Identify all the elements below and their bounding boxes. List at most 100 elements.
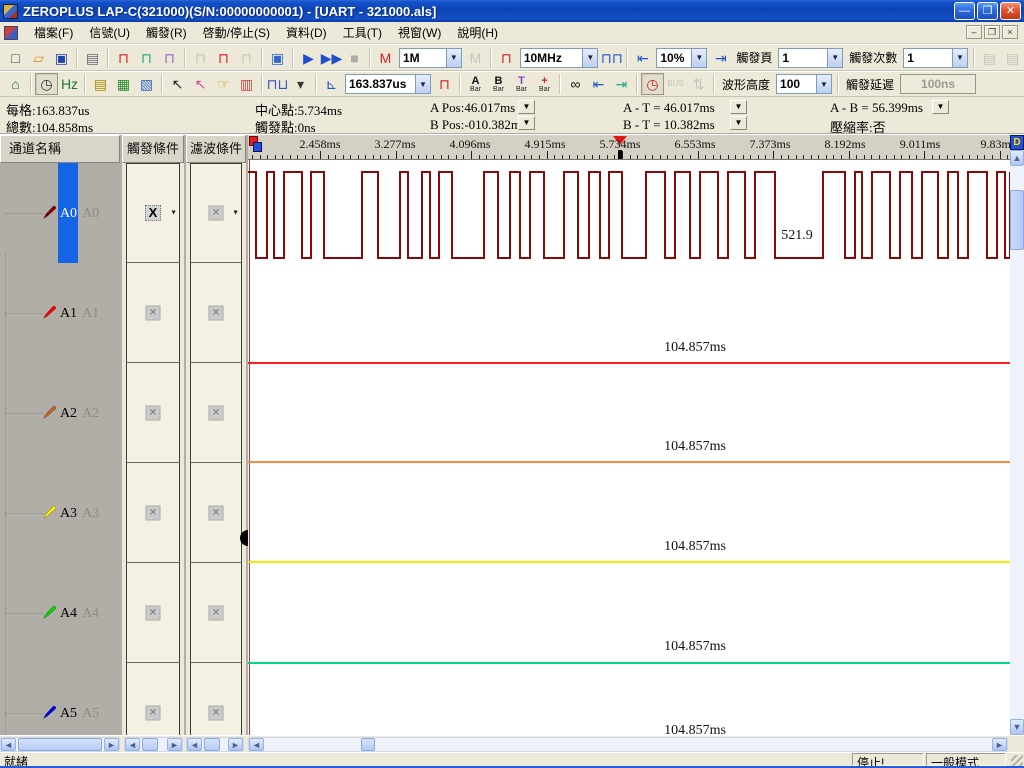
compression-button[interactable]: ▣ — [266, 47, 289, 69]
channel-name-label[interactable]: A5 — [59, 706, 78, 722]
channel-row-a1[interactable]: A1A1 — [0, 263, 120, 363]
trigger-cell-a2[interactable]: ✕ — [126, 363, 180, 463]
trigger-cell-a0[interactable]: X▼ — [126, 163, 180, 263]
b-t-dropdown[interactable]: ▼ — [730, 116, 747, 130]
channel-pen-icon[interactable] — [42, 305, 57, 320]
channel-color-button[interactable]: ⊓ — [135, 47, 158, 69]
filter-dontcare-icon[interactable]: ✕ — [209, 206, 224, 221]
trigger-cell-a1[interactable]: ✕ — [126, 263, 180, 363]
trigger-count-combo[interactable]: 1▼ — [903, 48, 968, 68]
pulse-width-button[interactable]: ▥ — [235, 73, 258, 95]
d-marker-button[interactable]: D — [1010, 135, 1024, 150]
menu-item-1[interactable]: 信號(U) — [81, 21, 138, 44]
filter-dontcare-icon[interactable]: ✕ — [209, 505, 224, 520]
mdi-close-button[interactable]: × — [1002, 25, 1018, 39]
menu-item-4[interactable]: 資料(D) — [278, 21, 335, 44]
wave-height-combo[interactable]: 100▼ — [776, 74, 832, 94]
hscroll-thumb[interactable] — [361, 738, 375, 751]
frequency-view-button[interactable]: Hz — [58, 73, 81, 95]
sync-button[interactable]: ⇅ — [687, 73, 710, 95]
menu-item-3[interactable]: 啓動/停止(S) — [195, 21, 278, 44]
waveform-canvas[interactable]: 521.9104.857ms104.857ms104.857ms104.857m… — [248, 160, 1010, 735]
trigger-property-button[interactable]: ⊓ — [212, 47, 235, 69]
trigger-dontcare-icon[interactable]: ✕ — [146, 405, 161, 420]
clock-view-button[interactable]: ◷ — [35, 73, 58, 95]
filter-cell-a2[interactable]: ✕ — [190, 363, 242, 463]
b-bar-button[interactable]: BBar — [487, 73, 510, 95]
t-bar-button[interactable]: TBar — [510, 73, 533, 95]
scroll-up-button[interactable]: ▲ — [1010, 150, 1024, 166]
bus-property-button[interactable]: ⊓ — [189, 47, 212, 69]
repeat-run-button[interactable]: ▶▶ — [320, 47, 343, 69]
scroll-left-icon[interactable]: ◄ — [1, 738, 16, 751]
b-pos-dropdown[interactable]: ▼ — [518, 116, 535, 130]
a-t-dropdown[interactable]: ▼ — [730, 100, 747, 114]
channel-name-label[interactable]: A3 — [59, 506, 78, 522]
goto-end-button[interactable]: ⇥ — [610, 73, 633, 95]
filter-dontcare-icon[interactable]: ✕ — [209, 405, 224, 420]
filter-cell-a1[interactable]: ✕ — [190, 263, 242, 363]
hscroll-thumb[interactable] — [18, 738, 102, 751]
scroll-right-icon[interactable]: ► — [167, 738, 182, 751]
filter-cell-a5[interactable]: ✕ — [190, 663, 242, 735]
waveform-hscrollbar[interactable]: ◄ ► — [248, 737, 1008, 752]
waveform-window-button[interactable]: ▤ — [89, 73, 112, 95]
b-bar-flag[interactable] — [253, 142, 262, 152]
filter-cell-a3[interactable]: ✕ — [190, 463, 242, 563]
goto-trigger-right-button[interactable]: ⇥ — [709, 47, 732, 69]
minimize-button[interactable]: — — [954, 2, 975, 20]
navigator-window-button[interactable]: ▧ — [135, 73, 158, 95]
channel-pen-icon[interactable] — [42, 405, 57, 420]
print-button[interactable]: ▤ — [81, 47, 104, 69]
trigger-page-combo[interactable]: 1▼ — [778, 48, 843, 68]
channel-name-label[interactable]: A0 — [59, 206, 78, 222]
mdi-restore-button[interactable]: ❐ — [984, 25, 1000, 39]
trigger-cell-a3[interactable]: ✕ — [126, 463, 180, 563]
zoom-combo[interactable]: 10%▼ — [656, 48, 707, 68]
filter-dontcare-icon[interactable]: ✕ — [209, 605, 224, 620]
channel-row-a2[interactable]: A2A2 — [0, 363, 120, 463]
run-button[interactable]: ▶ — [297, 47, 320, 69]
channel-pen-icon[interactable] — [42, 705, 57, 720]
trigger-dropdown-icon[interactable]: ▼ — [170, 210, 177, 217]
goto-trigger-left-button[interactable]: ⇤ — [631, 47, 654, 69]
sampling-setup-button[interactable]: ⊓ — [112, 47, 135, 69]
channel-pen-icon[interactable] — [42, 505, 57, 520]
channel-row-a4[interactable]: A4A4 — [0, 563, 120, 663]
filter-dontcare-icon[interactable]: ✕ — [209, 305, 224, 320]
channel-name-label[interactable]: A4 — [59, 606, 78, 622]
channel-row-a3[interactable]: A3A3 — [0, 463, 120, 563]
trigger-cell-a5[interactable]: ✕ — [126, 663, 180, 735]
hscroll-thumb[interactable] — [204, 738, 220, 751]
maximize-button[interactable]: ❐ — [977, 2, 998, 20]
bus-analysis-button[interactable]: BUS — [664, 73, 687, 95]
channel-pen-icon[interactable] — [42, 205, 57, 220]
names-hscrollbar[interactable]: ◄ ► — [0, 737, 120, 752]
time-ruler[interactable]: 2.458ms3.277ms4.096ms4.915ms5.734ms6.553… — [248, 135, 1010, 160]
memory-page-button[interactable]: M — [464, 47, 487, 69]
scroll-left-icon[interactable]: ◄ — [125, 738, 140, 751]
trigger-dontcare-icon[interactable]: ✕ — [146, 705, 161, 720]
sample-freq-combo[interactable]: 10MHz▼ — [520, 48, 599, 68]
add-bar-button[interactable]: +Bar — [533, 73, 556, 95]
scroll-down-button[interactable]: ▼ — [1010, 719, 1024, 735]
filter-cell-a0[interactable]: ✕▼ — [190, 163, 242, 263]
menu-item-5[interactable]: 工具(T) — [335, 21, 390, 44]
channel-name-label[interactable]: A2 — [59, 406, 78, 422]
zoom-wave-icon[interactable]: ⊾ — [320, 73, 343, 95]
a-pos-dropdown[interactable]: ▼ — [518, 100, 535, 114]
normal-cursor-button[interactable]: ↖ — [166, 73, 189, 95]
stop-button[interactable]: ■ — [343, 47, 366, 69]
open-file-button[interactable]: ▱ — [27, 47, 50, 69]
time-div-combo[interactable]: 163.837us▼ — [345, 74, 431, 94]
scroll-right-icon[interactable]: ► — [104, 738, 119, 751]
channel-pen-icon[interactable] — [42, 605, 57, 620]
trigger-cell-a4[interactable]: ✕ — [126, 563, 180, 663]
filter-cell-a4[interactable]: ✕ — [190, 563, 242, 663]
listing-window-button[interactable]: ▦ — [112, 73, 135, 95]
scroll-right-icon[interactable]: ► — [228, 738, 243, 751]
mdi-minimize-button[interactable]: – — [966, 25, 982, 39]
save-file-button[interactable]: ▣ — [50, 47, 73, 69]
unstack-window-button[interactable]: ▤ — [1001, 47, 1024, 69]
trigger-condition-value[interactable]: X — [145, 205, 161, 221]
